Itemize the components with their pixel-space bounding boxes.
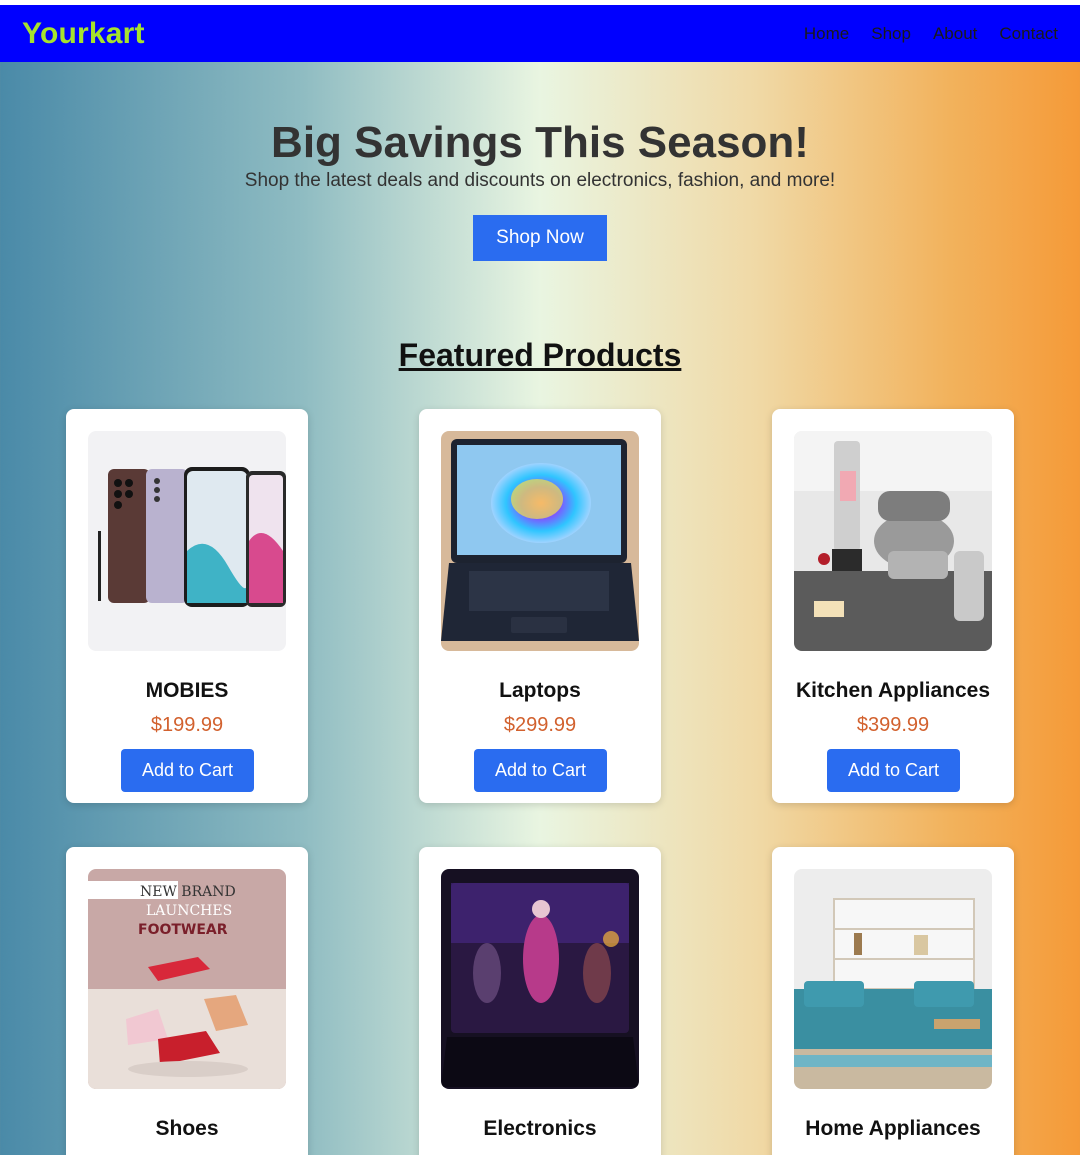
nav-links: Home Shop About Contact [804, 24, 1058, 44]
hero-subtitle: Shop the latest deals and discounts on e… [244, 170, 836, 191]
product-name: Home Appliances [805, 1117, 981, 1140]
nav-link-contact[interactable]: Contact [999, 24, 1058, 44]
product-image-electronics [441, 869, 639, 1089]
product-card: NEW BRAND LAUNCHES FOOTWEAR Shoes [66, 847, 308, 1155]
add-to-cart-button[interactable]: Add to Cart [474, 749, 607, 792]
product-image-mobiles [88, 431, 286, 651]
product-name: Shoes [155, 1117, 219, 1140]
product-card: Electronics [419, 847, 661, 1155]
nav-link-home[interactable]: Home [804, 24, 849, 44]
product-image-kitchen-appliances [794, 431, 992, 651]
add-to-cart-button[interactable]: Add to Cart [121, 749, 254, 792]
product-card: Home Appliances [772, 847, 1014, 1155]
product-price: $399.99 [856, 714, 930, 736]
featured-products-title: Featured Products [398, 337, 682, 373]
nav-link-shop[interactable]: Shop [871, 24, 911, 44]
brand-logo[interactable]: Yourkart [22, 17, 145, 51]
product-card: Kitchen Appliances $399.99 Add to Cart [772, 409, 1014, 803]
product-name: MOBIES [145, 679, 229, 702]
shoes-banner-line2: LAUNCHES [146, 903, 232, 919]
nav-link-about[interactable]: About [933, 24, 977, 44]
product-image-laptops [441, 431, 639, 651]
shoes-banner-line1: NEW BRAND [140, 884, 236, 900]
product-name: Electronics [483, 1117, 597, 1140]
add-to-cart-button[interactable]: Add to Cart [827, 749, 960, 792]
product-image-home-appliances [794, 869, 992, 1089]
hero-title: Big Savings This Season! [271, 118, 809, 167]
shoes-banner-line3: FOOTWEAR [138, 922, 228, 938]
product-price: $299.99 [503, 714, 577, 736]
shop-now-button[interactable]: Shop Now [473, 215, 607, 261]
product-card: Laptops $299.99 Add to Cart [419, 409, 661, 803]
product-name: Laptops [499, 679, 581, 702]
product-image-shoes: NEW BRAND LAUNCHES FOOTWEAR [88, 869, 286, 1089]
product-card: MOBIES $199.99 Add to Cart [66, 409, 308, 803]
navbar: Yourkart Home Shop About Contact [0, 5, 1080, 62]
product-price: $199.99 [150, 714, 224, 736]
product-name: Kitchen Appliances [795, 679, 991, 702]
